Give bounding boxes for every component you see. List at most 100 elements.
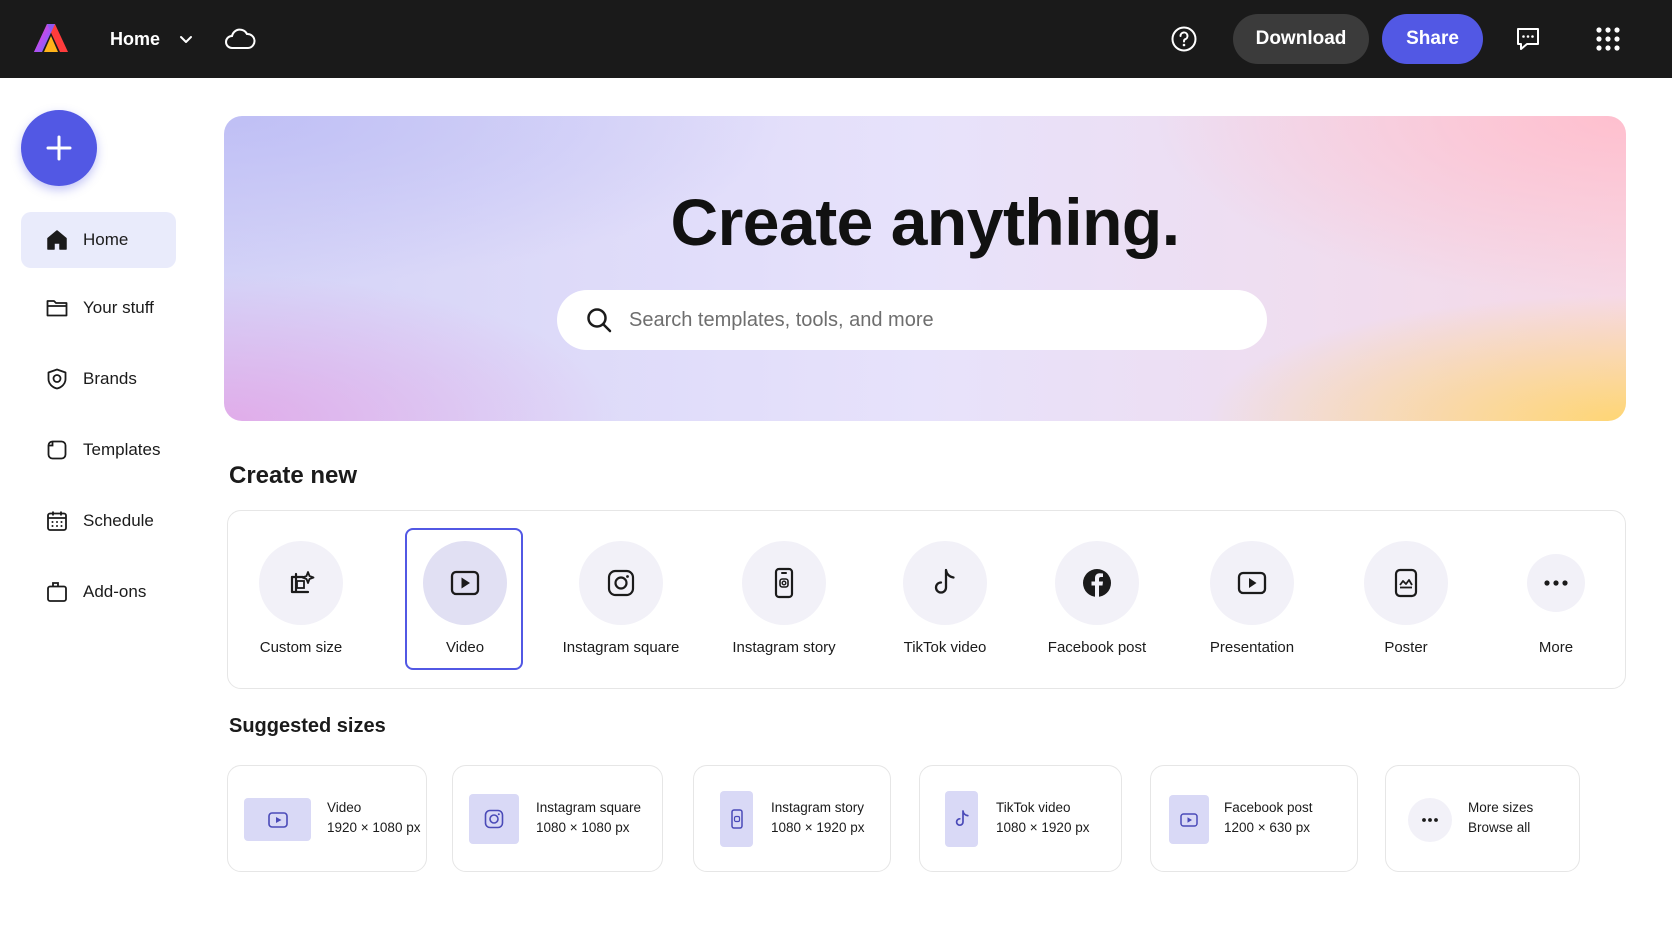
create-item-label: Instagram story bbox=[732, 639, 836, 656]
sidebar-item-label: Your stuff bbox=[83, 298, 154, 317]
more-dots-icon bbox=[1544, 580, 1568, 586]
create-new-title: Create new bbox=[229, 462, 358, 489]
sidebar-item-label: Add-ons bbox=[83, 582, 147, 601]
size-thumbnail bbox=[945, 791, 978, 847]
cloud-icon[interactable] bbox=[224, 24, 256, 54]
share-button[interactable]: Share bbox=[1382, 14, 1483, 64]
folder-icon bbox=[46, 300, 68, 317]
facebook-icon bbox=[1083, 569, 1111, 597]
sidebar-item-label: Schedule bbox=[83, 511, 154, 530]
top-bar: Home Download Share bbox=[0, 0, 1672, 78]
addons-icon bbox=[47, 582, 67, 602]
tiktok-icon bbox=[955, 810, 969, 827]
presentation-icon bbox=[1237, 571, 1267, 595]
size-dimensions: 1080 × 1920 px bbox=[996, 820, 1090, 835]
instagram-icon bbox=[484, 809, 504, 829]
suggested-size-tiktok-video[interactable]: TikTok video 1080 × 1920 px bbox=[919, 765, 1122, 872]
instagram-story-icon bbox=[730, 809, 743, 829]
tiktok-icon bbox=[934, 568, 955, 594]
search-input[interactable] bbox=[629, 308, 1229, 332]
create-item-custom-size[interactable]: Custom size bbox=[259, 511, 343, 690]
create-item-label: Presentation bbox=[1209, 639, 1295, 656]
create-item-label: Instagram square bbox=[562, 639, 680, 656]
size-thumbnail bbox=[720, 791, 753, 847]
poster-icon bbox=[1394, 568, 1418, 598]
sidebar-item-label: Templates bbox=[83, 440, 161, 459]
sidebar-item-templates[interactable]: Templates bbox=[21, 422, 176, 478]
sidebar-item-schedule[interactable]: Schedule bbox=[21, 493, 176, 549]
sidebar-item-label: Brands bbox=[83, 369, 137, 388]
hero-banner: Create anything. bbox=[224, 116, 1626, 421]
create-item-tiktok-video[interactable]: TikTok video bbox=[903, 511, 987, 690]
size-thumbnail bbox=[244, 798, 311, 841]
create-item-instagram-square[interactable]: Instagram square bbox=[563, 511, 679, 690]
video-play-icon bbox=[1180, 812, 1198, 827]
size-name: Video bbox=[327, 800, 362, 815]
calendar-icon bbox=[47, 511, 67, 531]
create-item-circle bbox=[742, 541, 826, 625]
apps-grid-icon[interactable] bbox=[1596, 27, 1620, 51]
home-icon bbox=[47, 230, 67, 250]
video-play-icon bbox=[267, 811, 288, 828]
sidebar-item-home[interactable]: Home bbox=[21, 212, 176, 268]
search-bar[interactable] bbox=[557, 290, 1267, 350]
custom-size-icon bbox=[290, 571, 315, 594]
create-item-circle bbox=[1527, 554, 1585, 612]
suggested-size-facebook-post[interactable]: Facebook post 1200 × 630 px bbox=[1150, 765, 1358, 872]
create-item-circle bbox=[1055, 541, 1139, 625]
size-thumbnail bbox=[1408, 798, 1452, 842]
size-dimensions: 1080 × 1920 px bbox=[771, 820, 865, 835]
size-name: Instagram square bbox=[536, 800, 642, 815]
size-name: More sizes bbox=[1468, 800, 1534, 815]
chevron-down-icon bbox=[180, 36, 193, 43]
create-item-circle bbox=[579, 541, 663, 625]
create-item-presentation[interactable]: Presentation bbox=[1210, 511, 1294, 690]
suggested-size-more-sizes[interactable]: More sizes Browse all bbox=[1385, 765, 1580, 872]
sidebar-item-label: Home bbox=[83, 230, 129, 249]
create-item-label: More bbox=[1538, 639, 1574, 656]
create-item-circle bbox=[1364, 541, 1448, 625]
create-item-circle bbox=[903, 541, 987, 625]
plus-icon bbox=[46, 135, 72, 161]
adobe-express-logo[interactable] bbox=[33, 22, 69, 54]
create-item-label: Facebook post bbox=[1047, 639, 1147, 656]
create-item-label: TikTok video bbox=[903, 639, 987, 656]
create-item-facebook-post[interactable]: Facebook post bbox=[1048, 511, 1146, 690]
sidebar-item-your-stuff[interactable]: Your stuff bbox=[21, 280, 176, 336]
size-thumbnail bbox=[469, 794, 519, 844]
more-dots-icon bbox=[1422, 818, 1438, 822]
size-dimensions: 1200 × 630 px bbox=[1224, 820, 1310, 835]
home-dropdown[interactable]: Home bbox=[110, 25, 194, 53]
create-new-button[interactable] bbox=[21, 110, 97, 186]
suggested-size-instagram-story[interactable]: Instagram story 1080 × 1920 px bbox=[693, 765, 891, 872]
size-dimensions: 1920 × 1080 px bbox=[327, 820, 421, 835]
sidebar-item-add-ons[interactable]: Add-ons bbox=[21, 564, 176, 620]
search-icon bbox=[587, 308, 612, 333]
create-item-poster[interactable]: Poster bbox=[1364, 511, 1448, 690]
comment-icon[interactable] bbox=[1514, 25, 1542, 53]
hero-title: Create anything. bbox=[670, 185, 1180, 259]
templates-icon bbox=[47, 440, 67, 460]
size-name: TikTok video bbox=[996, 800, 1071, 815]
instagram-story-icon bbox=[774, 567, 794, 599]
size-dimensions: 1080 × 1080 px bbox=[536, 820, 630, 835]
suggested-size-video[interactable]: Video 1920 × 1080 px bbox=[227, 765, 427, 872]
size-dimensions: Browse all bbox=[1468, 820, 1531, 835]
sidebar-item-brands[interactable]: Brands bbox=[21, 351, 176, 407]
home-dropdown-label: Home bbox=[110, 28, 161, 49]
size-thumbnail bbox=[1169, 795, 1209, 844]
instagram-icon bbox=[607, 569, 635, 597]
download-button[interactable]: Download bbox=[1233, 14, 1369, 64]
suggested-size-instagram-square[interactable]: Instagram square 1080 × 1080 px bbox=[452, 765, 663, 872]
suggested-sizes-title: Suggested sizes bbox=[229, 715, 386, 737]
create-item-instagram-story[interactable]: Instagram story bbox=[732, 511, 836, 690]
create-item-circle bbox=[259, 541, 343, 625]
help-icon[interactable] bbox=[1170, 25, 1198, 53]
create-item-label: Poster bbox=[1384, 639, 1428, 656]
brand-shield-icon bbox=[47, 368, 67, 390]
size-name: Instagram story bbox=[771, 800, 865, 815]
selected-item-outline bbox=[405, 528, 523, 670]
create-item-more[interactable]: More bbox=[1521, 511, 1591, 690]
create-item-label: Custom size bbox=[259, 639, 343, 656]
create-item-circle bbox=[1210, 541, 1294, 625]
